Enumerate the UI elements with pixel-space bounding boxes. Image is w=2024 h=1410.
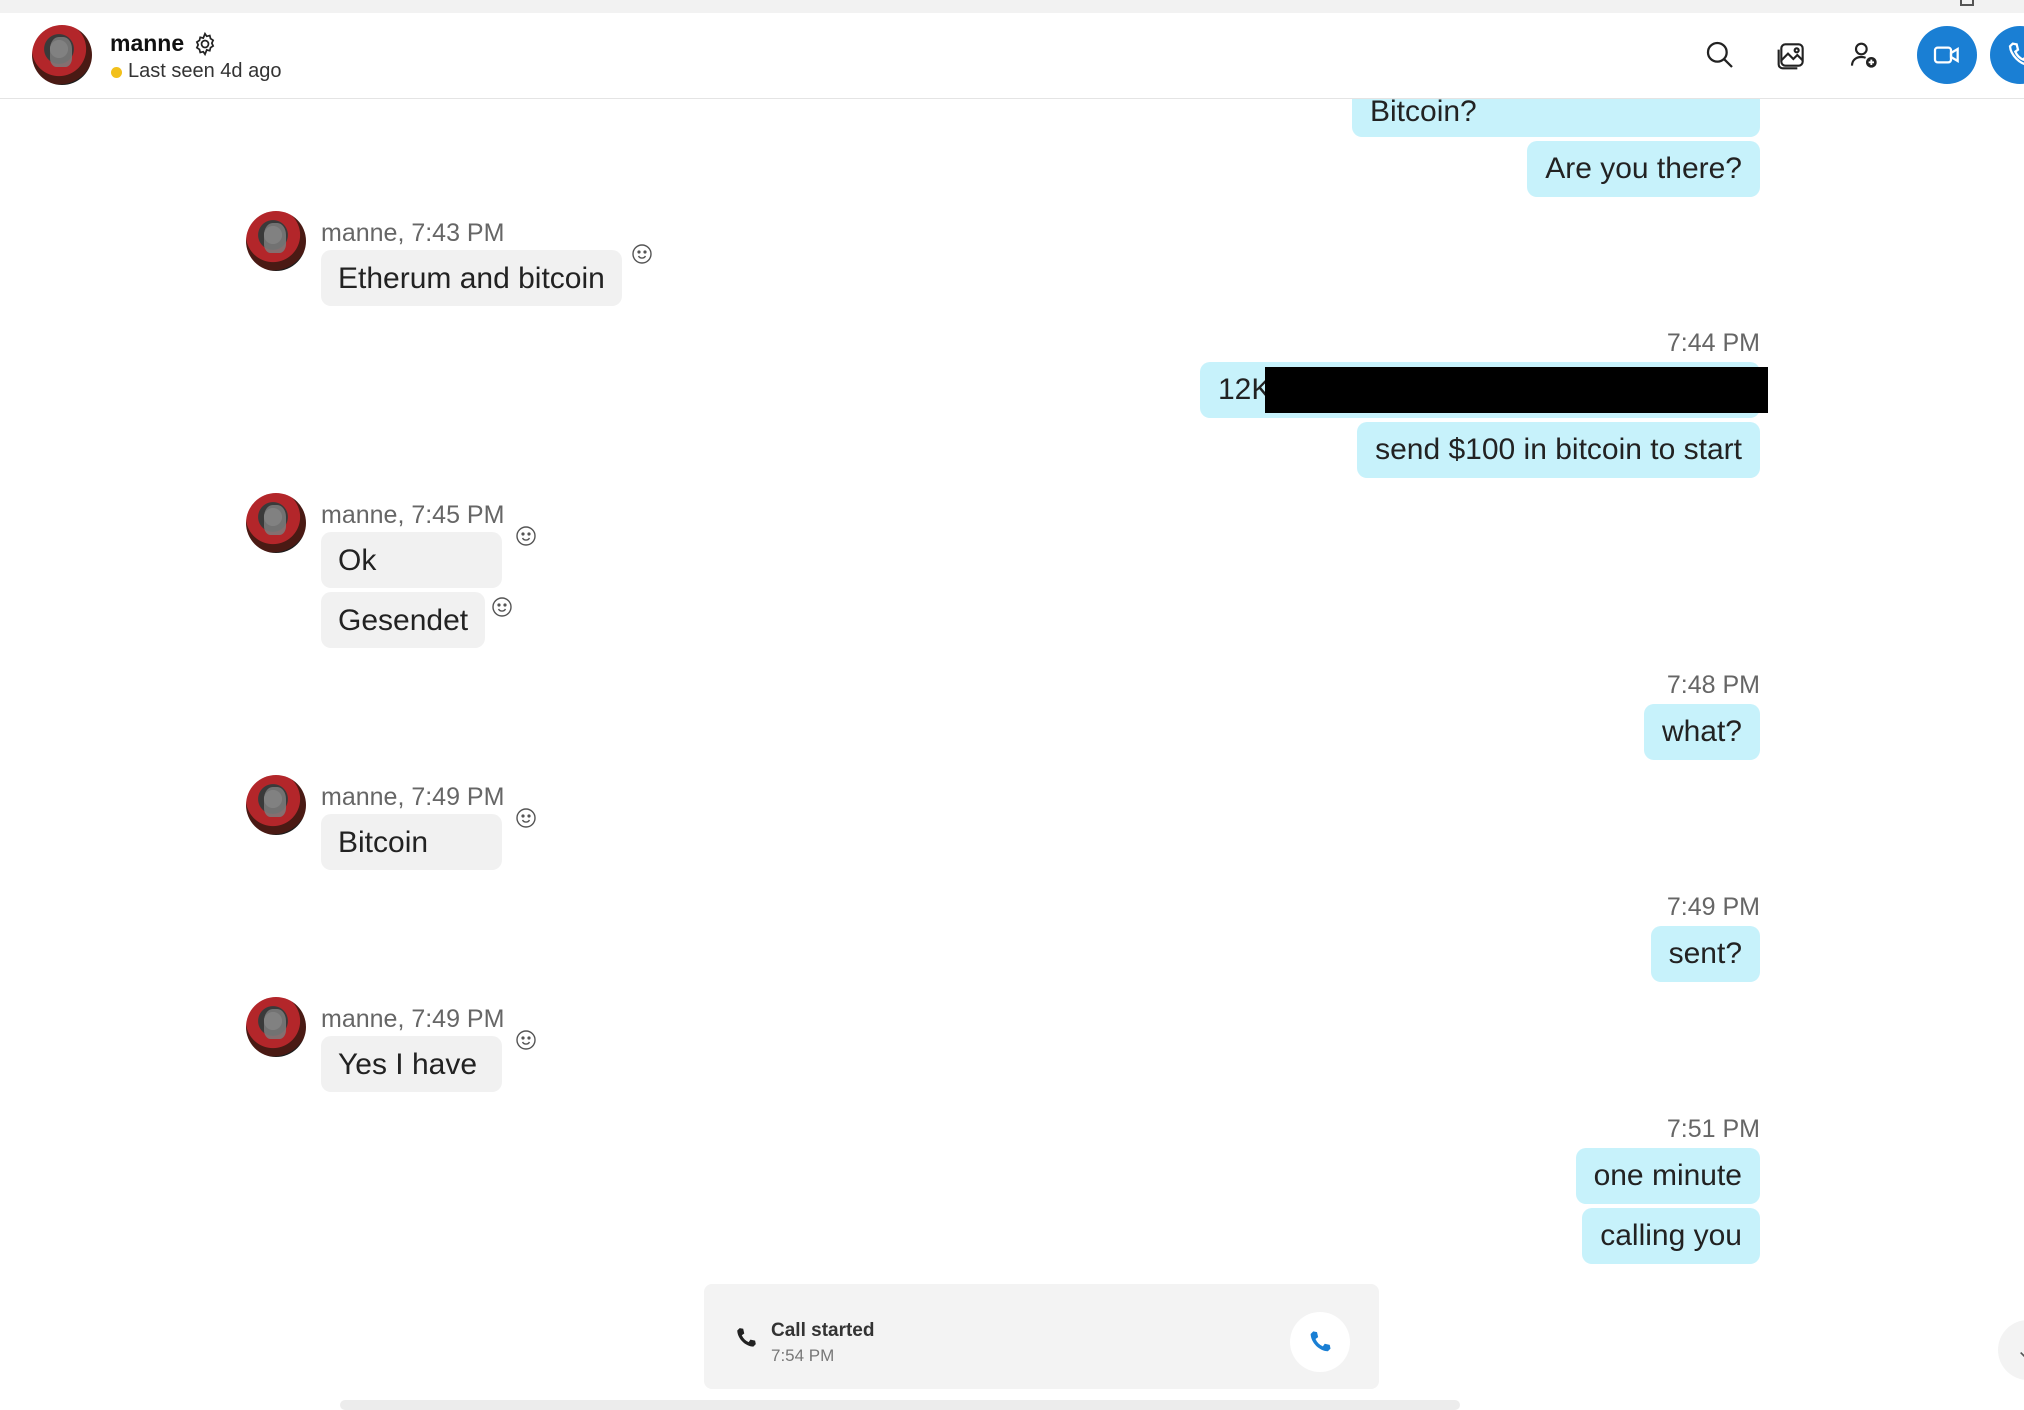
add-person-icon: [1850, 42, 1877, 68]
phone-icon: [1310, 1331, 1331, 1352]
react-emoji-icon[interactable]: [490, 595, 514, 619]
message-list[interactable]: Bitcoin? Are you there? manne, 7:43 PM E…: [0, 99, 2024, 1406]
outgoing-message[interactable]: Are you there?: [1527, 141, 1760, 197]
gallery-button[interactable]: [1772, 35, 1812, 75]
message-meta: manne, 7:49 PM: [321, 783, 505, 811]
outgoing-message[interactable]: calling you: [1582, 1208, 1760, 1264]
audio-call-icon: [2008, 42, 2024, 66]
message-composer[interactable]: [340, 1400, 1460, 1410]
chat-header: manne Last seen 4d ago: [0, 13, 2024, 99]
react-emoji-icon[interactable]: [630, 242, 654, 266]
react-emoji-icon[interactable]: [514, 524, 538, 548]
message-meta: manne, 7:45 PM: [321, 501, 505, 529]
message-time: 7:49 PM: [1666, 893, 1760, 921]
contact-avatar[interactable]: [32, 25, 92, 85]
search-button[interactable]: [1700, 35, 1740, 75]
react-emoji-icon[interactable]: [514, 806, 538, 830]
incoming-message[interactable]: Yes I have: [321, 1036, 502, 1092]
chevron-down-icon: ⌄: [2016, 1338, 2024, 1363]
contact-name[interactable]: manne: [110, 30, 184, 57]
message-meta: manne, 7:43 PM: [321, 219, 505, 247]
message-time: 7:51 PM: [1666, 1115, 1760, 1143]
redaction-bar: [1265, 367, 1768, 413]
message-time: 7:48 PM: [1666, 671, 1760, 699]
outgoing-message[interactable]: one minute: [1575, 1148, 1760, 1204]
video-call-button[interactable]: [1917, 26, 1977, 84]
gear-icon[interactable]: [192, 31, 218, 57]
incoming-message[interactable]: Ok: [321, 532, 502, 588]
video-call-icon: [1933, 46, 1959, 64]
window-corner-mark: [1960, 0, 1974, 6]
outgoing-message[interactable]: Bitcoin?: [1352, 99, 1760, 137]
call-started-card[interactable]: Call started 7:54 PM: [704, 1284, 1379, 1389]
outgoing-message[interactable]: sent?: [1650, 926, 1760, 982]
presence-dot: [111, 67, 122, 78]
add-person-button[interactable]: [1844, 35, 1884, 75]
outgoing-message[interactable]: what?: [1643, 704, 1760, 760]
message-time: 7:44 PM: [1666, 329, 1760, 357]
sender-avatar[interactable]: [246, 997, 306, 1057]
search-icon: [1706, 41, 1733, 68]
audio-call-button[interactable]: [1990, 26, 2024, 84]
call-title: Call started: [771, 1320, 875, 1341]
gallery-icon: [1777, 43, 1804, 70]
incoming-message[interactable]: Bitcoin: [321, 814, 502, 870]
sender-avatar[interactable]: [246, 211, 306, 271]
last-seen-status: Last seen 4d ago: [128, 60, 282, 82]
outgoing-message[interactable]: send $100 in bitcoin to start: [1357, 422, 1760, 478]
phone-icon: [737, 1328, 756, 1347]
sender-avatar[interactable]: [246, 775, 306, 835]
call-back-button[interactable]: [1290, 1312, 1350, 1372]
react-emoji-icon[interactable]: [514, 1028, 538, 1052]
sender-avatar[interactable]: [246, 493, 306, 553]
window-top-strip: [0, 0, 2024, 13]
message-meta: manne, 7:49 PM: [321, 1005, 505, 1033]
incoming-message[interactable]: Gesendet: [321, 592, 486, 648]
incoming-message[interactable]: Etherum and bitcoin: [321, 250, 622, 306]
call-time: 7:54 PM: [771, 1346, 835, 1365]
